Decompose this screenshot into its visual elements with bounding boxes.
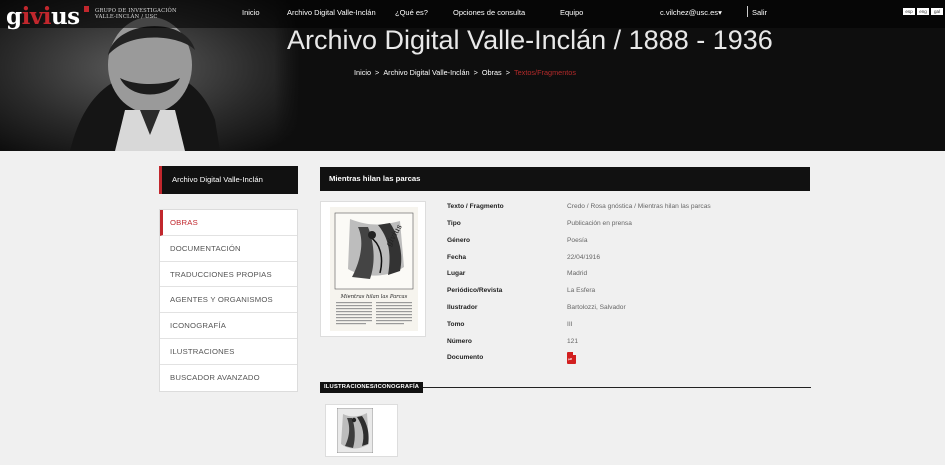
field-value: La Esfera xyxy=(567,287,596,294)
lang-gal[interactable]: gal xyxy=(931,8,943,15)
field-label: Fecha xyxy=(447,254,467,261)
field-label: Periódico/Revista xyxy=(447,287,503,294)
logo-subtitle: GRUPO DE INVESTIGACIÓN VALLE-INCLÁN / US… xyxy=(95,8,177,20)
breadcrumb-separator: > xyxy=(473,68,478,77)
breadcrumb-inicio[interactable]: Inicio xyxy=(354,68,371,77)
field-label: Tipo xyxy=(447,220,461,227)
nav-archivo-digital[interactable]: Archivo Digital Valle-Inclán xyxy=(287,8,376,17)
breadcrumb-separator: > xyxy=(375,68,380,77)
field-value: 22/04/1916 xyxy=(567,254,601,261)
field-value: Madrid xyxy=(567,270,588,277)
nav-opciones-consulta[interactable]: Opciones de consulta xyxy=(453,8,525,17)
breadcrumb: Inicio > Archivo Digital Valle-Inclán > Obra… xyxy=(354,68,576,77)
breadcrumb-obras[interactable]: Obras xyxy=(482,68,502,77)
field-label: Texto / Fragmento xyxy=(447,203,504,210)
nav-inicio[interactable]: Inicio xyxy=(242,8,260,17)
lang-eng[interactable]: eng xyxy=(917,8,929,15)
sidebar-item-iconografia[interactable]: ICONOGRAFÍA xyxy=(160,313,297,339)
user-email: c.vilchez@usc.es xyxy=(660,8,719,17)
sidebar-heading: Archivo Digital Valle-Inclán xyxy=(159,166,298,194)
nav-equipo[interactable]: Equipo xyxy=(560,8,583,17)
logout-link[interactable]: Salir xyxy=(752,8,767,17)
field-label: Número xyxy=(447,338,472,345)
field-label: Documento xyxy=(447,354,484,361)
nav-divider xyxy=(747,6,748,17)
field-label: Lugar xyxy=(447,270,466,277)
thumbnail-caption: Mientras hilan las Parcas xyxy=(340,294,408,300)
breadcrumb-archivo[interactable]: Archivo Digital Valle-Inclán xyxy=(383,68,469,77)
sidebar-item-ilustraciones[interactable]: ILUSTRACIONES xyxy=(160,339,297,365)
illustration-thumbnail[interactable] xyxy=(325,404,398,457)
breadcrumb-separator: > xyxy=(505,68,510,77)
sidebar-item-traducciones[interactable]: TRADUCCIONES PROPIAS xyxy=(160,262,297,288)
sidebar-item-buscador[interactable]: BUSCADOR AVANZADO xyxy=(160,365,297,391)
field-value: 121 xyxy=(567,338,579,345)
field-value: Credo / Rosa gnóstica / Mientras hilan l… xyxy=(567,203,711,210)
field-value: Poesía xyxy=(567,237,588,244)
page-title: Archivo Digital Valle-Inclán / 1888 - 19… xyxy=(287,25,773,55)
lang-esp[interactable]: esp xyxy=(903,8,915,15)
illustration-image: givius Mientras hilan las Parcas xyxy=(330,207,418,331)
pdf-icon-text: pdf xyxy=(568,358,573,361)
field-label: Género xyxy=(447,237,471,244)
field-label: Tomo xyxy=(447,321,465,328)
nav-que-es[interactable]: ¿Qué es? xyxy=(395,8,428,17)
givius-logo[interactable]: givius xyxy=(6,3,80,30)
pdf-icon[interactable]: pdf xyxy=(567,352,576,364)
record-thumbnail[interactable]: givius Mientras hilan las Parcas xyxy=(320,201,426,337)
field-value: Bartolozzi, Salvador xyxy=(567,304,626,311)
illustration-image xyxy=(337,408,373,453)
breadcrumb-current: Textos/Fragmentos xyxy=(513,68,577,77)
field-label: Ilustrador xyxy=(447,304,478,311)
user-menu[interactable]: c.vilchez@usc.es▾ xyxy=(660,8,722,17)
sidebar-item-obras[interactable]: OBRAS xyxy=(160,210,297,236)
sidebar-item-documentacion[interactable]: DOCUMENTACIÓN xyxy=(160,236,297,262)
sidebar-item-agentes[interactable]: AGENTES Y ORGANISMOS xyxy=(160,287,297,314)
field-value: Publicación en prensa xyxy=(567,220,632,227)
sidebar-menu: OBRAS DOCUMENTACIÓN TRADUCCIONES PROPIAS… xyxy=(159,209,298,392)
chevron-down-icon: ▾ xyxy=(718,8,722,17)
logo-accent-mark xyxy=(84,6,89,12)
record-title: Mientras hilan las parcas xyxy=(320,167,810,191)
section-heading-ilustraciones: ILUSTRACIONES/ICONOGRAFÍA xyxy=(320,382,424,393)
field-value: III xyxy=(567,321,573,328)
